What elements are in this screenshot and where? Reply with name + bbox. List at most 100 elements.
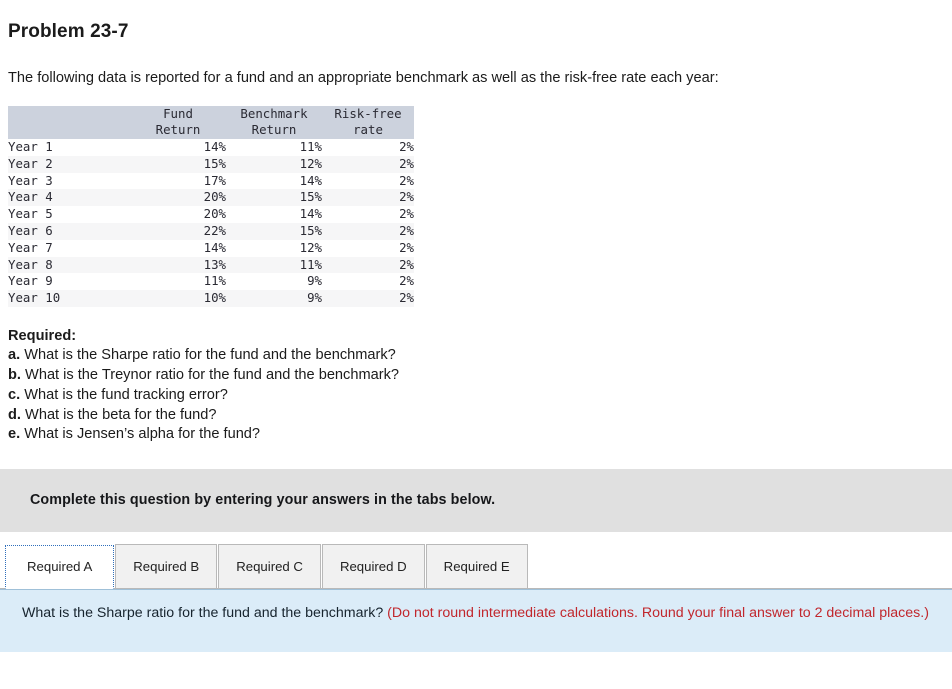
answer-rounding-hint: (Do not round intermediate calculations.… [387, 604, 929, 621]
row-label: Year 9 [8, 273, 53, 289]
row-label: Year 5 [8, 206, 53, 222]
cell-risk-free-rate: 2% [399, 222, 414, 238]
header-benchmark-line1: Benchmark [240, 105, 308, 121]
row-label: Year 7 [8, 239, 53, 255]
required-letter-b: b. [8, 367, 21, 384]
cell-fund-return: 10% [203, 290, 226, 306]
table-row: Year 5 20% 14% 2% [8, 206, 414, 223]
cell-fund-return: 14% [203, 239, 226, 255]
table-row: Year 6 22% 15% 2% [8, 222, 414, 240]
required-text-a: What is the Sharpe ratio for the fund an… [24, 347, 396, 364]
tab-label-e: Required E [443, 558, 510, 574]
tab-required-a[interactable]: Required A [5, 544, 115, 589]
table-row: Year 1 14% 11% 2% [8, 138, 414, 156]
table-header-row: Fund Return Benchmark Return Risk-free r… [8, 105, 414, 139]
table-row: Year 8 13% 11% 2% [8, 256, 414, 274]
tab-label-a: Required A [27, 559, 93, 575]
cell-benchmark-return: 12% [299, 155, 322, 171]
cell-benchmark-return: 14% [299, 172, 322, 188]
cell-fund-return: 13% [203, 256, 226, 272]
required-text-b: What is the Treynor ratio for the fund a… [25, 367, 400, 384]
cell-risk-free-rate: 2% [399, 172, 414, 188]
tab-label-b: Required B [133, 558, 200, 574]
required-text-c: What is the fund tracking error? [24, 386, 228, 403]
answer-panel: What is the Sharpe ratio for the fund an… [0, 588, 952, 652]
table-row: Year 3 17% 14% 2% [8, 172, 414, 190]
row-label: Year 3 [8, 172, 53, 188]
table-header-risk-free-rate: Risk-free rate [322, 105, 414, 139]
cell-risk-free-rate: 2% [399, 189, 414, 205]
required-letter-c: c. [8, 386, 21, 403]
cell-benchmark-return: 15% [299, 189, 322, 205]
row-label: Year 8 [8, 256, 53, 272]
cell-benchmark-return: 11% [299, 256, 322, 272]
cell-fund-return: 20% [203, 189, 226, 205]
cell-risk-free-rate: 2% [399, 206, 414, 222]
cell-fund-return: 17% [203, 172, 226, 188]
table-header-benchmark-return: Benchmark Return [226, 105, 322, 139]
tab-label-c: Required C [236, 558, 303, 574]
required-letter-e: e. [8, 426, 21, 443]
returns-table: Fund Return Benchmark Return Risk-free r… [8, 105, 414, 307]
required-section: Required: a. What is the Sharpe ratio fo… [8, 327, 952, 445]
row-label: Year 10 [8, 290, 61, 306]
cell-benchmark-return: 9% [307, 290, 322, 306]
returns-table-header: Fund Return Benchmark Return Risk-free r… [8, 105, 414, 139]
table-row: Year 4 20% 15% 2% [8, 189, 414, 207]
cell-benchmark-return: 11% [299, 138, 322, 154]
header-riskfree-line2: rate [353, 122, 383, 138]
page-title: Problem 23-7 [8, 21, 129, 42]
cell-fund-return: 11% [203, 273, 226, 289]
instruction-text: Complete this question by entering your … [30, 491, 496, 508]
required-text-d: What is the beta for the fund? [25, 406, 217, 423]
returns-table-container: Fund Return Benchmark Return Risk-free r… [8, 105, 414, 307]
required-text-e: What is Jensen’s alpha for the fund? [24, 426, 261, 443]
required-item-b: b. What is the Treynor ratio for the fun… [8, 366, 952, 386]
intro-paragraph: The following data is reported for a fun… [8, 70, 719, 86]
cell-benchmark-return: 15% [299, 222, 322, 238]
required-letter-a: a. [8, 347, 21, 364]
required-item-e: e. What is Jensen’s alpha for the fund? [8, 425, 952, 445]
cell-risk-free-rate: 2% [399, 138, 414, 154]
required-letter-d: d. [8, 406, 21, 423]
answer-question-text: What is the Sharpe ratio for the fund an… [22, 604, 388, 621]
cell-benchmark-return: 14% [299, 206, 322, 222]
table-row: Year 9 11% 9% 2% [8, 273, 414, 291]
row-label: Year 6 [8, 222, 53, 238]
row-label: Year 4 [8, 189, 53, 205]
header-fund-line2: Return [155, 122, 201, 138]
cell-risk-free-rate: 2% [399, 239, 414, 255]
tab-bar: Required A Required B Required C Require… [0, 541, 952, 589]
row-label: Year 2 [8, 155, 53, 171]
cell-benchmark-return: 9% [307, 273, 322, 289]
header-riskfree-line1: Risk-free [334, 105, 402, 121]
required-item-a: a. What is the Sharpe ratio for the fund… [8, 346, 952, 366]
tab-label-d: Required D [339, 558, 407, 574]
cell-benchmark-return: 12% [299, 239, 322, 255]
table-row: Year 7 14% 12% 2% [8, 239, 414, 257]
tab-required-e[interactable]: Required E [425, 543, 528, 588]
instruction-banner: Complete this question by entering your … [0, 468, 952, 532]
table-header-fund-return: Fund Return [130, 105, 226, 139]
returns-table-body: Year 1 14% 11% 2% Year 2 15% 12% 2% Year… [8, 138, 414, 307]
cell-fund-return: 20% [203, 206, 226, 222]
cell-risk-free-rate: 2% [399, 273, 414, 289]
table-row: Year 2 15% 12% 2% [8, 155, 414, 173]
table-row: Year 10 10% 9% 2% [8, 290, 414, 307]
tab-required-d[interactable]: Required D [321, 543, 425, 588]
tabs-strip: Required A Required B Required C Require… [5, 543, 529, 589]
cell-risk-free-rate: 2% [399, 290, 414, 306]
tab-required-c[interactable]: Required C [218, 543, 321, 588]
problem-page: Problem 23-7 The following data is repor… [0, 21, 952, 652]
cell-risk-free-rate: 2% [399, 155, 414, 171]
tab-required-b[interactable]: Required B [115, 543, 218, 588]
required-item-c: c. What is the fund tracking error? [8, 386, 952, 406]
cell-risk-free-rate: 2% [399, 256, 414, 272]
required-heading: Required: [8, 327, 77, 344]
table-header-corner [8, 105, 130, 139]
answer-question: What is the Sharpe ratio for the fund an… [22, 604, 932, 623]
header-benchmark-line2: Return [251, 122, 297, 138]
required-item-d: d. What is the beta for the fund? [8, 406, 952, 426]
row-label: Year 1 [8, 138, 53, 154]
cell-fund-return: 22% [203, 222, 226, 238]
